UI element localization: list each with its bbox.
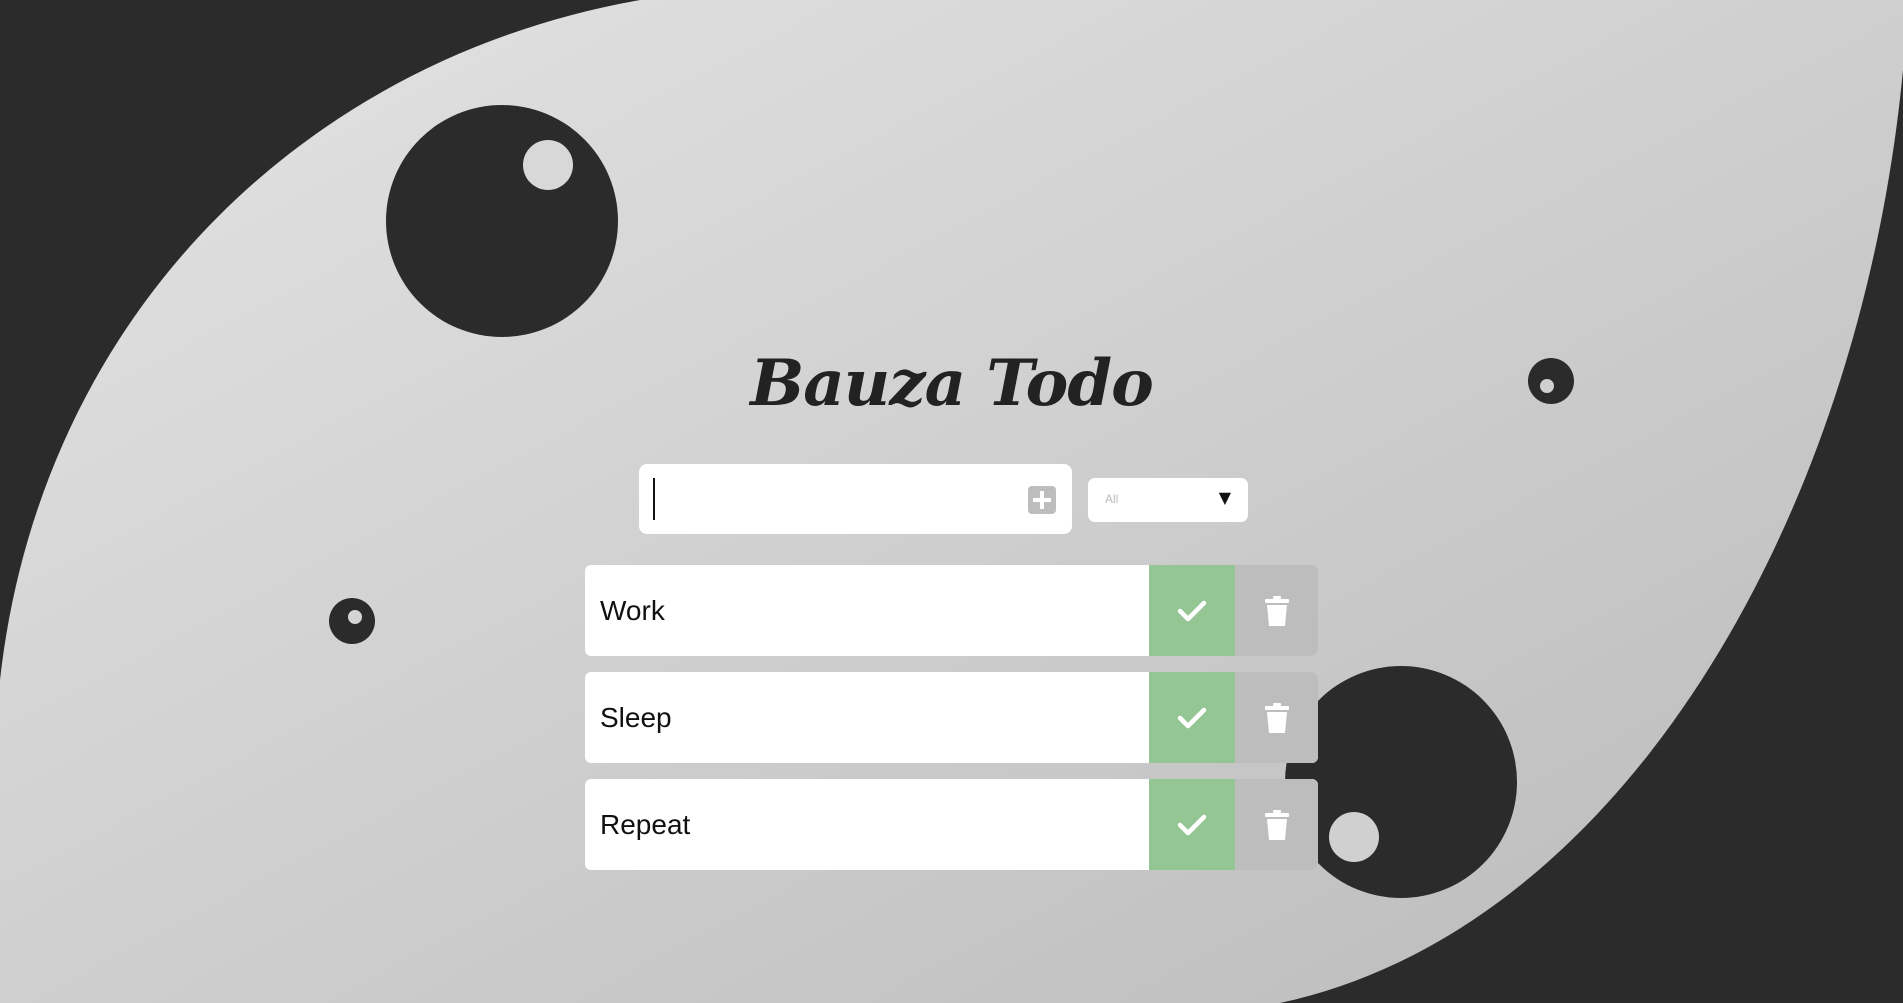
trash-icon bbox=[1264, 595, 1289, 626]
complete-button[interactable] bbox=[1149, 565, 1235, 656]
trash-icon bbox=[1264, 809, 1289, 840]
trash-icon bbox=[1264, 702, 1289, 733]
check-icon bbox=[1177, 600, 1207, 621]
check-icon bbox=[1177, 707, 1207, 728]
todo-input[interactable] bbox=[653, 478, 999, 520]
add-todo-form bbox=[639, 464, 1072, 534]
decor-circle-highlight-2 bbox=[1329, 812, 1379, 862]
delete-button[interactable] bbox=[1235, 565, 1318, 656]
add-todo-button[interactable] bbox=[1028, 486, 1056, 514]
complete-button[interactable] bbox=[1149, 779, 1235, 870]
decor-circle-large-1 bbox=[386, 105, 618, 337]
filter-selected-value: All bbox=[1105, 492, 1119, 506]
delete-button[interactable] bbox=[1235, 779, 1318, 870]
plus-square-icon bbox=[1033, 491, 1051, 509]
decor-circle-large-2 bbox=[1285, 666, 1517, 898]
filter-select[interactable]: All ▼ bbox=[1088, 478, 1248, 522]
decor-circle-highlight-1 bbox=[523, 140, 573, 190]
todo-text: Work bbox=[600, 595, 665, 626]
todo-item: Work bbox=[585, 565, 1318, 656]
complete-button[interactable] bbox=[1149, 672, 1235, 763]
todo-list: Work Sleep Repeat bbox=[585, 565, 1318, 886]
todo-text: Repeat bbox=[600, 809, 691, 840]
todo-item: Repeat bbox=[585, 779, 1318, 870]
chevron-down-icon: ▼ bbox=[1218, 488, 1231, 507]
app-title: Bauza Todo bbox=[750, 346, 1154, 421]
app-root: Bauza Todo All ▼ Work Sleep Repeat bbox=[0, 0, 1903, 1003]
check-icon bbox=[1177, 814, 1207, 835]
todo-text: Sleep bbox=[600, 702, 672, 733]
todo-item: Sleep bbox=[585, 672, 1318, 763]
delete-button[interactable] bbox=[1235, 672, 1318, 763]
